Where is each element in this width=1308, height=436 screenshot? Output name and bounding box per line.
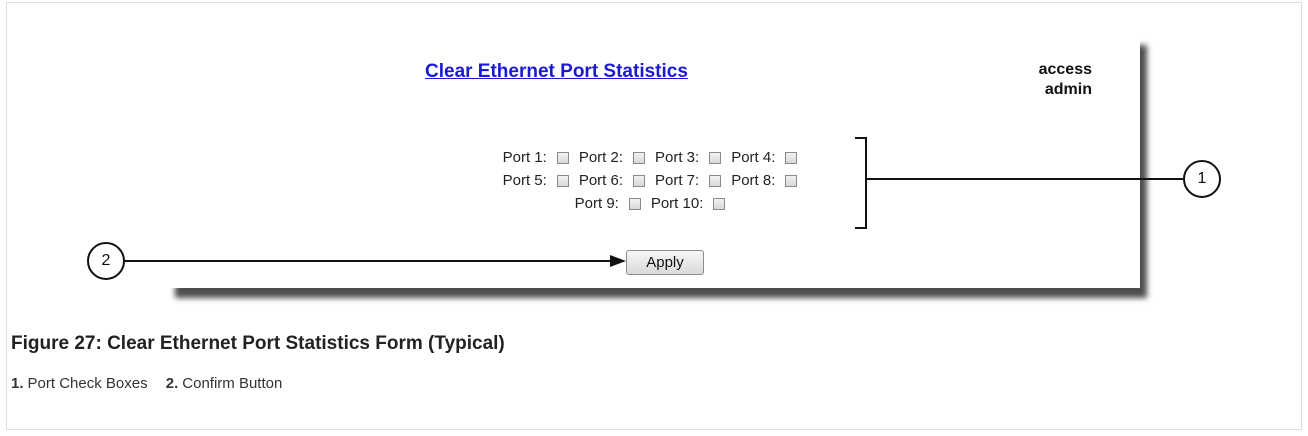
port-7-checkbox[interactable] xyxy=(709,174,722,187)
port-label: Port 10: xyxy=(650,195,704,212)
port-item: Port 4: xyxy=(731,149,798,166)
callout-2-line xyxy=(125,260,615,262)
port-10-checkbox[interactable] xyxy=(713,197,726,210)
port-label: Port 2: xyxy=(578,149,623,166)
callout-2-number: 2 xyxy=(101,252,111,269)
port-item: Port 3: xyxy=(655,149,722,166)
port-item: Port 10: xyxy=(651,195,726,212)
port-6-checkbox[interactable] xyxy=(633,174,645,187)
page-title-link[interactable]: Clear Ethernet Port Statistics xyxy=(425,61,688,83)
callout-2-arrowhead-icon xyxy=(610,255,626,267)
user-info: access admin xyxy=(1039,60,1092,100)
port-5-checkbox[interactable] xyxy=(556,174,569,187)
port-label: Port 1: xyxy=(502,149,547,166)
port-2-checkbox[interactable] xyxy=(633,151,645,164)
user-name-label: admin xyxy=(1044,81,1092,98)
user-access-label: access xyxy=(1038,61,1092,78)
port-8-checkbox[interactable] xyxy=(785,174,798,187)
port-item: Port 5: xyxy=(503,172,569,189)
apply-button[interactable]: Apply xyxy=(626,250,704,275)
port-item: Port 1: xyxy=(503,149,569,166)
port-label: Port 9: xyxy=(574,195,619,212)
legend-2-text: Confirm Button xyxy=(182,375,283,392)
port-item: Port 6: xyxy=(579,172,645,189)
callout-1-circle: 1 xyxy=(1183,160,1221,198)
callout-1-line xyxy=(867,178,1183,180)
port-checkbox-group: Port 1: Port 2: Port 3: Port 4: Port 5: … xyxy=(450,146,850,215)
port-label: Port 8: xyxy=(731,172,776,189)
callout-2-circle: 2 xyxy=(87,242,125,280)
figure-legend: 1. Port Check Boxes 2. Confirm Button xyxy=(11,375,296,392)
port-3-checkbox[interactable] xyxy=(709,151,722,164)
port-row: Port 9: Port 10: xyxy=(450,192,850,215)
port-9-checkbox[interactable] xyxy=(628,197,641,210)
port-item: Port 2: xyxy=(579,149,645,166)
port-1-checkbox[interactable] xyxy=(556,151,569,164)
port-label: Port 6: xyxy=(578,172,623,189)
figure-caption: Figure 27: Clear Ethernet Port Statistic… xyxy=(11,333,505,354)
port-row: Port 5: Port 6: Port 7: Port 8: xyxy=(450,169,850,192)
legend-item-2: 2. Confirm Button xyxy=(166,375,283,392)
legend-1-number: 1. xyxy=(11,375,24,392)
port-label: Port 4: xyxy=(731,149,776,166)
port-4-checkbox[interactable] xyxy=(785,151,798,164)
legend-1-text: Port Check Boxes xyxy=(27,375,148,392)
port-item: Port 7: xyxy=(655,172,722,189)
port-label: Port 5: xyxy=(502,172,547,189)
legend-2-number: 2. xyxy=(165,375,179,392)
port-item: Port 8: xyxy=(731,172,798,189)
port-label: Port 7: xyxy=(655,172,700,189)
port-row: Port 1: Port 2: Port 3: Port 4: xyxy=(450,146,850,169)
form-screenshot: Clear Ethernet Port Statistics access ad… xyxy=(165,33,1140,288)
callout-1-number: 1 xyxy=(1197,170,1207,187)
port-label: Port 3: xyxy=(655,149,700,166)
ports-bracket xyxy=(855,137,867,229)
port-item: Port 9: xyxy=(575,195,641,212)
legend-item-1: 1. Port Check Boxes xyxy=(11,375,148,392)
